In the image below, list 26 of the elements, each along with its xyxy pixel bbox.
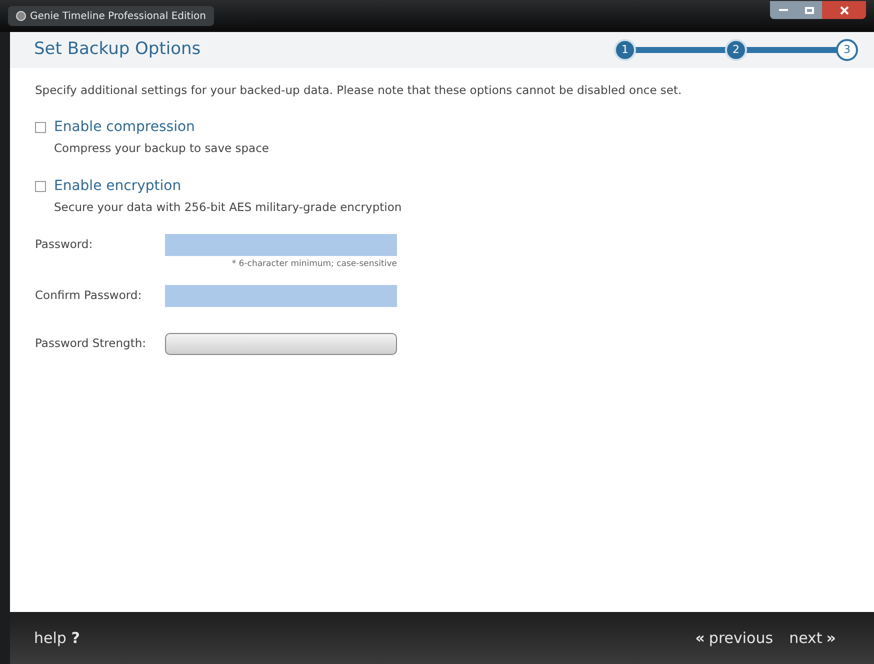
option-label[interactable]: Enable compression (54, 117, 195, 138)
option-label[interactable]: Enable encryption (54, 176, 182, 196)
field-label: Password Strength: (35, 334, 147, 352)
next-button[interactable]: next » (789, 626, 836, 650)
option-description: Compress your backup to save space (54, 140, 270, 158)
password-field[interactable] (165, 234, 397, 256)
previous-button[interactable]: « previous (695, 626, 774, 650)
field-label: Confirm Password: (35, 286, 143, 304)
step-indicator: 2 (725, 39, 747, 61)
intro-text: Specify additional settings for your backed-up data. Please note that these options cannot be disabled once set. (35, 82, 683, 99)
confirm-password-field[interactable] (165, 284, 397, 306)
window-title: Genie Timeline Professional Edition (30, 10, 206, 24)
minimize-button[interactable] (770, 1, 796, 19)
close-button[interactable] (822, 1, 866, 19)
page-title: Set Backup Options (34, 38, 201, 62)
close-icon (840, 6, 848, 14)
option-description: Secure your data with 256-bit AES military-grade encryption (54, 198, 403, 216)
maximize-button[interactable] (796, 1, 822, 19)
step-indicator: 3 (836, 39, 858, 61)
help-button[interactable]: help ? (34, 626, 80, 650)
checkbox[interactable] (35, 122, 46, 134)
hint-text: * 6-character minimum; case-sensitive (230, 258, 397, 270)
app-icon (16, 11, 26, 21)
checkbox[interactable] (35, 180, 46, 192)
field-label: Password: (35, 236, 94, 254)
step-indicator: 1 (614, 39, 636, 61)
